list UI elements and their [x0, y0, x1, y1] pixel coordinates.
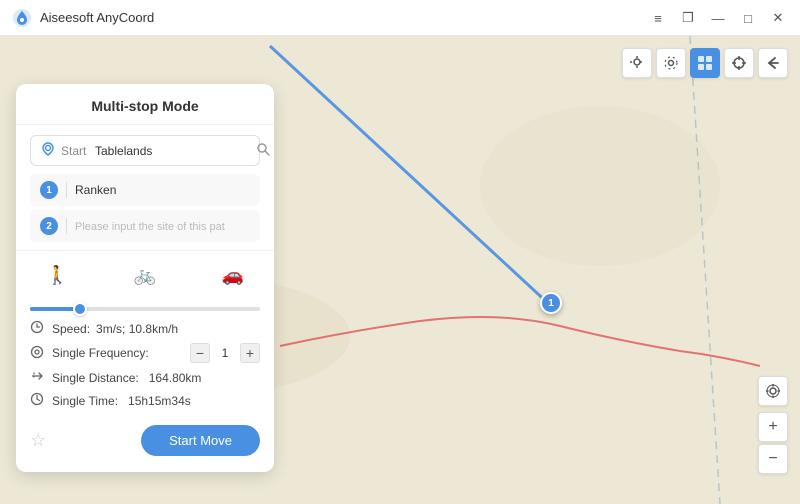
start-move-button[interactable]: Start Move: [141, 425, 260, 456]
window-controls: ≡ ❐ — □ ✕: [644, 0, 792, 36]
panel-title: Multi-stop Mode: [16, 84, 274, 125]
favorite-btn[interactable]: ☆: [30, 430, 46, 451]
waypoint-input-2[interactable]: [75, 219, 250, 233]
waypoint-num-2: 2: [40, 217, 58, 235]
distance-icon: [30, 369, 46, 386]
walk-mode-btn[interactable]: 🚶: [38, 261, 76, 290]
panel-footer: ☆ Start Move: [16, 415, 274, 456]
waypoint-row-1[interactable]: 1: [30, 174, 260, 206]
map-toolbar: [622, 48, 788, 78]
toolbar-crosshair-btn[interactable]: [724, 48, 754, 78]
time-label: Single Time:: [52, 394, 118, 408]
waypoint-divider-1: [66, 182, 67, 198]
speed-slider[interactable]: [30, 307, 260, 311]
minimize-button[interactable]: —: [704, 4, 732, 32]
titlebar: Aiseesoft AnyCoord ≡ ❐ — □ ✕: [0, 0, 800, 36]
speed-icon: [30, 320, 46, 337]
car-mode-btn[interactable]: 🚗: [214, 261, 252, 290]
maximize-button[interactable]: □: [734, 4, 762, 32]
search-icon[interactable]: [256, 142, 270, 159]
toolbar-back-btn[interactable]: [758, 48, 788, 78]
waypoint-divider-2: [66, 218, 67, 234]
map-zoom-controls: + −: [758, 376, 788, 474]
start-label: Start: [61, 144, 89, 158]
start-location-icon: [41, 142, 55, 159]
map-marker-1: 1: [540, 292, 562, 314]
map-locate-btn[interactable]: [758, 376, 788, 406]
distance-value: 164.80km: [149, 371, 202, 385]
close-button[interactable]: ✕: [764, 4, 792, 32]
speed-value: 3m/s; 10.8km/h: [96, 322, 178, 336]
start-field[interactable]: Start: [30, 135, 260, 166]
bike-mode-btn[interactable]: 🚲: [126, 261, 164, 290]
menu-button[interactable]: ≡: [644, 4, 672, 32]
panel-inputs: Start 1 2: [16, 125, 274, 242]
toolbar-location-btn[interactable]: [622, 48, 652, 78]
freq-label: Single Frequency:: [52, 346, 149, 360]
zoom-out-btn[interactable]: −: [758, 444, 788, 474]
restore-button[interactable]: ❐: [674, 4, 702, 32]
time-value: 15h15m34s: [128, 394, 191, 408]
toolbar-map-mode-btn[interactable]: [690, 48, 720, 78]
freq-increase-btn[interactable]: +: [240, 343, 260, 363]
waypoint-row-2[interactable]: 2: [30, 210, 260, 242]
speed-label: Speed:: [52, 322, 90, 336]
map-container[interactable]: 1 Multi-stop Mode Start: [0, 36, 800, 504]
time-icon: [30, 392, 46, 409]
distance-label: Single Distance:: [52, 371, 139, 385]
freq-row: Single Frequency: − 1 +: [30, 343, 260, 363]
controls-section: 🚶 🚲 🚗 Speed: 3m/s; 10.8km/h: [16, 250, 274, 409]
freq-decrease-btn[interactable]: −: [190, 343, 210, 363]
freq-controls: − 1 +: [190, 343, 260, 363]
speed-row: Speed: 3m/s; 10.8km/h: [30, 320, 260, 337]
freq-icon: [30, 345, 46, 362]
toolbar-settings-btn[interactable]: [656, 48, 686, 78]
app-title: Aiseesoft AnyCoord: [40, 10, 154, 25]
side-panel: Multi-stop Mode Start 1: [16, 84, 274, 472]
distance-row: Single Distance: 164.80km: [30, 369, 260, 386]
waypoint-input-1[interactable]: [75, 183, 250, 197]
speed-slider-container: [30, 298, 260, 316]
waypoint-num-1: 1: [40, 181, 58, 199]
freq-value: 1: [218, 346, 232, 360]
time-row: Single Time: 15h15m34s: [30, 392, 260, 409]
app-logo: [12, 8, 32, 28]
zoom-in-btn[interactable]: +: [758, 412, 788, 442]
transport-modes: 🚶 🚲 🚗: [30, 261, 260, 290]
start-input[interactable]: [95, 144, 250, 158]
